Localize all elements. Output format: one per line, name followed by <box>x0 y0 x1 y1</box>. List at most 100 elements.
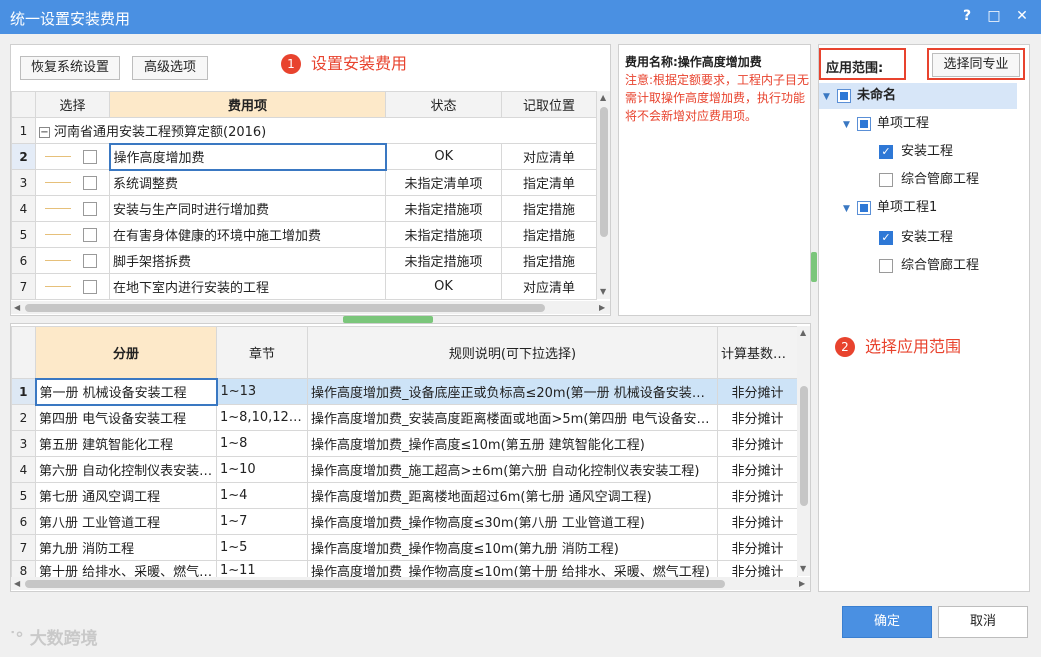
table-row[interactable]: 4 安装与生产同时进行增加费 未指定措施项 指定措施 <box>11 195 597 222</box>
table-row[interactable]: 5 在有害身体健康的环境中施工增加费 未指定措施项 指定措施 <box>11 221 597 248</box>
scope-label: 应用范围: <box>826 61 884 76</box>
row-checkbox[interactable] <box>83 253 97 268</box>
partial-check-icon[interactable] <box>857 200 871 215</box>
rule-dropdown[interactable]: 操作高度增加费_操作高度≤10m(第五册 建筑智能化工程) <box>307 430 718 457</box>
tree-node-leaf[interactable]: ✓ 安装工程 <box>879 225 953 251</box>
scroll-up-icon[interactable]: ▲ <box>800 328 806 337</box>
scroll-thumb[interactable] <box>600 107 608 237</box>
rule-table-hscroll[interactable]: ◀ ▶ <box>11 577 810 590</box>
scroll-left-icon[interactable]: ◀ <box>14 303 20 312</box>
col-rownum <box>11 326 36 379</box>
watermark-logo-icon: ᐝ° <box>10 629 24 649</box>
scroll-thumb[interactable] <box>25 304 545 312</box>
fee-table-vscroll[interactable]: ▲ ▼ <box>597 91 610 299</box>
splitter-handle[interactable] <box>343 316 433 323</box>
callout-2: 2 选择应用范围 <box>835 333 961 357</box>
table-row[interactable]: 3 第五册 建筑智能化工程 1~8 操作高度增加费_操作高度≤10m(第五册 建… <box>11 430 798 457</box>
checked-icon[interactable]: ✓ <box>879 144 893 159</box>
callout-2-number: 2 <box>835 337 855 357</box>
unchecked-icon[interactable] <box>879 172 893 187</box>
title-bar: 统一设置安装费用 ? □ ✕ <box>0 0 1041 34</box>
row-checkbox[interactable] <box>83 149 97 164</box>
tree-line <box>45 182 71 183</box>
scroll-down-icon[interactable]: ▼ <box>600 287 606 296</box>
note-panel: 费用名称:操作高度增加费 注意:根据定额要求，工程内子目无需计取操作高度增加费，… <box>618 44 811 316</box>
help-icon[interactable]: ? <box>957 6 977 26</box>
scroll-right-icon[interactable]: ▶ <box>599 303 605 312</box>
tree-node-project[interactable]: ▼ 单项工程1 <box>843 195 937 221</box>
scope-panel: 应用范围: 选择同专业 ▼ 未命名 ▼ 单项工程 ✓ 安装工程 综合管廊工程 ▼ 单项工… <box>818 44 1030 592</box>
row-checkbox[interactable] <box>83 279 97 294</box>
scope-label-highlight: 应用范围: <box>819 48 906 80</box>
row-checkbox[interactable] <box>83 201 97 216</box>
table-row[interactable]: 5 第七册 通风空调工程 1~4 操作高度增加费_距离楼地面超过6m(第七册 通… <box>11 482 798 509</box>
advanced-options-button[interactable]: 高级选项 <box>132 56 208 80</box>
cancel-button[interactable]: 取消 <box>938 606 1028 638</box>
tree-node-root[interactable]: ▼ 未命名 <box>819 83 1017 109</box>
table-row[interactable]: 4 第六册 自动化控制仪表安装工程 1~10 操作高度增加费_施工超高>±6m(… <box>11 456 798 483</box>
table-row[interactable]: 1 第一册 机械设备安装工程 1~13 操作高度增加费_设备底座正或负标高≤20… <box>11 377 798 406</box>
col-select[interactable]: 选择 <box>35 91 110 118</box>
fee-name-cell[interactable]: 操作高度增加费 <box>108 142 387 171</box>
col-position[interactable]: 记取位置 <box>501 91 597 118</box>
scroll-thumb[interactable] <box>25 580 725 588</box>
row-checkbox[interactable] <box>83 175 97 190</box>
row-checkbox[interactable] <box>83 227 97 242</box>
tree-line <box>45 286 71 287</box>
table-row[interactable]: 2 第四册 电气设备安装工程 1~8,10,12~14 操作高度增加费_安装高度… <box>11 404 798 431</box>
close-icon[interactable]: ✕ <box>1012 6 1032 26</box>
fee-table-hscroll[interactable]: ◀ ▶ <box>11 301 610 314</box>
rule-dropdown[interactable]: 操作高度增加费_距离楼地面超过6m(第七册 通风空调工程) <box>307 482 718 509</box>
callout-1-number: 1 <box>281 54 301 74</box>
partial-check-icon[interactable] <box>837 88 851 103</box>
collapse-icon[interactable]: − <box>39 126 50 138</box>
rule-table: 分册 章节 规则说明(可下拉选择) 计算基数计取 1 第一册 机械设备安装工程 … <box>11 326 798 581</box>
scroll-thumb[interactable] <box>800 386 808 506</box>
callout-2-text: 选择应用范围 <box>865 337 962 356</box>
col-volume[interactable]: 分册 <box>35 326 217 379</box>
expand-icon[interactable]: ▼ <box>843 196 857 222</box>
col-chapter[interactable]: 章节 <box>216 326 308 379</box>
col-fee-item[interactable]: 费用项 <box>109 91 386 118</box>
rule-dropdown[interactable]: 操作高度增加费_操作物高度≤10m(第九册 消防工程) <box>307 534 718 561</box>
window-title: 统一设置安装费用 <box>10 10 131 28</box>
tree-node-project[interactable]: ▼ 单项工程 <box>843 111 929 137</box>
table-row[interactable]: 2 操作高度增加费 OK 对应清单 <box>11 142 597 171</box>
col-status[interactable]: 状态 <box>385 91 502 118</box>
table-row[interactable]: 3 系统调整费 未指定清单项 指定清单 <box>11 169 597 196</box>
scroll-down-icon[interactable]: ▼ <box>800 564 806 573</box>
scroll-left-icon[interactable]: ◀ <box>14 579 20 588</box>
splitter-handle-vertical[interactable] <box>811 252 817 282</box>
tree-node-leaf[interactable]: ✓ 安装工程 <box>879 139 953 165</box>
expand-icon[interactable]: ▼ <box>823 84 837 110</box>
note-body: 注意:根据定额要求，工程内子目无需计取操作高度增加费，执行功能将不会新增对应费用… <box>625 73 810 123</box>
scroll-up-icon[interactable]: ▲ <box>600 93 606 102</box>
tree-node-leaf[interactable]: 综合管廊工程 <box>879 253 979 279</box>
rule-dropdown[interactable]: 操作高度增加费_操作物高度≤30m(第八册 工业管道工程) <box>307 508 718 535</box>
table-row[interactable]: 7 在地下室内进行安装的工程 OK 对应清单 <box>11 273 597 300</box>
unchecked-icon[interactable] <box>879 258 893 273</box>
maximize-icon[interactable]: □ <box>984 6 1004 26</box>
expand-icon[interactable]: ▼ <box>843 112 857 138</box>
tree-node-leaf[interactable]: 综合管廊工程 <box>879 167 979 193</box>
rule-table-vscroll[interactable]: ▲ ▼ <box>797 326 810 576</box>
rule-dropdown[interactable]: 操作高度增加费_施工超高>±6m(第六册 自动化控制仪表安装工程) <box>307 456 718 483</box>
checked-icon[interactable]: ✓ <box>879 230 893 245</box>
rule-dropdown[interactable]: 操作高度增加费_设备底座正或负标高≤20m(第一册 机械设备安装工程) <box>307 378 718 405</box>
rule-dropdown[interactable]: 操作高度增加费_安装高度距离楼面或地面>5m(第四册 电气设备安装工程) <box>307 404 718 431</box>
ok-button[interactable]: 确定 <box>842 606 932 638</box>
partial-check-icon[interactable] <box>857 116 871 131</box>
watermark: ᐝ° 大数跨境 <box>10 629 98 649</box>
scroll-right-icon[interactable]: ▶ <box>799 579 805 588</box>
tree-line <box>45 208 71 209</box>
select-same-major-button[interactable]: 选择同专业 <box>932 53 1020 77</box>
table-row-group[interactable]: 1 − 河南省通用安装工程预算定额(2016) <box>11 117 597 144</box>
col-base[interactable]: 计算基数计取 <box>717 326 798 379</box>
tree-line <box>45 156 71 157</box>
table-row[interactable]: 6 第八册 工业管道工程 1~7 操作高度增加费_操作物高度≤30m(第八册 工… <box>11 508 798 535</box>
restore-settings-button[interactable]: 恢复系统设置 <box>20 56 120 80</box>
col-rule[interactable]: 规则说明(可下拉选择) <box>307 326 718 379</box>
table-row[interactable]: 6 脚手架搭拆费 未指定措施项 指定措施 <box>11 247 597 274</box>
table-row[interactable]: 7 第九册 消防工程 1~5 操作高度增加费_操作物高度≤10m(第九册 消防工… <box>11 534 798 561</box>
fee-table: 选择 费用项 状态 记取位置 1 − 河南省通用安装工程预算定额(2016) 2 … <box>11 91 597 300</box>
